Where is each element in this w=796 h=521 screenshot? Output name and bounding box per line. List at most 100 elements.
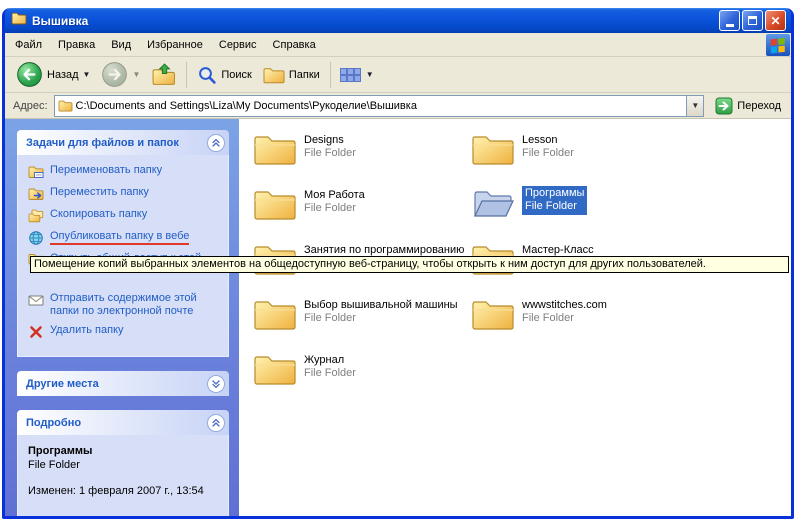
publish-web-icon [28, 230, 44, 246]
go-arrow-icon [715, 97, 733, 115]
task-label: Скопировать папку [50, 208, 147, 221]
task-publish-folder-web[interactable]: Опубликовать папку в вебе [28, 230, 222, 246]
task-label: Переместить папку [50, 186, 149, 199]
file-tile-vybor-mashiny[interactable]: Выбор вышивальной машиныFile Folder [253, 296, 471, 351]
email-icon [28, 292, 44, 308]
minimize-button[interactable] [719, 10, 740, 31]
file-tile-moya-rabota[interactable]: Моя РаботаFile Folder [253, 186, 471, 241]
search-icon [197, 65, 217, 85]
back-dropdown-icon: ▼ [83, 70, 91, 79]
details-item-type: File Folder [28, 458, 222, 472]
delete-icon [28, 324, 44, 340]
back-arrow-icon [16, 61, 43, 88]
file-tile-lesson[interactable]: LessonFile Folder [471, 131, 689, 186]
menu-file[interactable]: Файл [7, 35, 50, 55]
open-folder-selected-icon [471, 186, 515, 222]
expand-button[interactable] [207, 375, 225, 393]
chevron-up-icon [210, 417, 222, 429]
collapse-button[interactable] [207, 414, 225, 432]
task-label: Опубликовать папку в вебе [50, 230, 189, 245]
task-pane: Задачи для файлов и папок Пе [5, 119, 239, 516]
file-name: wwwstitches.com [522, 299, 607, 312]
file-name: Designs [304, 134, 356, 147]
task-rename-folder[interactable]: Переименовать папку [28, 164, 222, 180]
task-copy-folder[interactable]: Скопировать папку [28, 208, 222, 224]
folder-icon [253, 296, 297, 332]
folders-icon [263, 66, 285, 84]
panel-other-places: Другие места [17, 371, 229, 396]
forward-button[interactable]: ▼ [96, 59, 145, 91]
file-name: Журнал [304, 354, 356, 367]
views-dropdown-icon: ▼ [366, 70, 374, 79]
folder-icon [253, 351, 297, 387]
folder-icon [471, 296, 515, 332]
file-type: File Folder [304, 312, 458, 325]
details-body: Программы File Folder Изменен: 1 февраля… [17, 435, 229, 516]
menu-edit[interactable]: Правка [50, 35, 103, 55]
toolbar: Назад ▼ ▼ [5, 57, 791, 93]
file-tasks-title: Задачи для файлов и папок [26, 137, 179, 149]
file-tile-wwwstitches[interactable]: wwwstitches.comFile Folder [471, 296, 689, 351]
maximize-button[interactable] [742, 10, 763, 31]
file-type: File Folder [525, 200, 584, 213]
titlebar[interactable]: Вышивка ✕ [5, 8, 791, 33]
file-type: File Folder [522, 312, 607, 325]
go-button[interactable]: Переход [711, 95, 785, 117]
forward-arrow-icon [101, 61, 128, 88]
file-name: Выбор вышивальной машины [304, 299, 458, 312]
task-email-folder[interactable]: Отправить содержимое этой папки по элект… [28, 292, 222, 318]
menu-favorites[interactable]: Избранное [139, 35, 211, 55]
menu-view[interactable]: Вид [103, 35, 139, 55]
file-tile-zhurnal[interactable]: ЖурналFile Folder [253, 351, 471, 406]
close-button[interactable]: ✕ [765, 10, 786, 31]
menu-tools[interactable]: Сервис [211, 35, 265, 55]
address-bar: Адрес: ▼ Переход [5, 93, 791, 119]
file-tile-designs[interactable]: DesignsFile Folder [253, 131, 471, 186]
search-button[interactable]: Поиск [192, 59, 256, 91]
window-folder-icon [11, 11, 27, 30]
move-folder-icon [28, 186, 44, 202]
windows-logo-icon [766, 34, 790, 56]
file-type: File Folder [522, 147, 574, 160]
back-button[interactable]: Назад ▼ [11, 59, 95, 91]
folder-icon [253, 131, 297, 167]
task-label: Удалить папку [50, 324, 124, 337]
file-name: Программы [525, 187, 584, 200]
panel-details: Подробно Программы File Folder Изменен: … [17, 410, 229, 516]
folder-icon [253, 186, 297, 222]
folders-label: Папки [289, 69, 320, 81]
toolbar-separator [330, 62, 331, 88]
file-name: Lesson [522, 134, 574, 147]
file-list-area: DesignsFile Folder LessonFile Folder Моя… [239, 119, 791, 516]
details-title: Подробно [26, 417, 81, 429]
task-delete-folder[interactable]: Удалить папку [28, 324, 222, 340]
menu-help[interactable]: Справка [265, 35, 324, 55]
copy-folder-icon [28, 208, 44, 224]
folder-up-icon [151, 62, 176, 87]
file-tasks-header[interactable]: Задачи для файлов и папок [17, 130, 229, 155]
task-label: Переименовать папку [50, 164, 162, 177]
address-dropdown-button[interactable]: ▼ [686, 96, 703, 116]
views-button[interactable]: ▼ [336, 59, 379, 91]
folder-icon [471, 131, 515, 167]
address-input[interactable] [76, 97, 687, 115]
file-name: Моя Работа [304, 189, 365, 202]
file-type: File Folder [304, 367, 356, 380]
task-label: Отправить содержимое этой папки по элект… [50, 292, 222, 318]
file-tile-programmy[interactable]: ПрограммыFile Folder [471, 186, 689, 241]
menubar: Файл Правка Вид Избранное Сервис Справка [5, 33, 791, 57]
search-label: Поиск [221, 69, 251, 81]
window-title: Вышивка [32, 14, 714, 28]
details-header[interactable]: Подробно [17, 410, 229, 435]
collapse-button[interactable] [207, 134, 225, 152]
address-label: Адрес: [13, 100, 48, 112]
task-move-folder[interactable]: Переместить папку [28, 186, 222, 202]
address-box: ▼ [54, 95, 705, 117]
folders-button[interactable]: Папки [258, 59, 325, 91]
file-type: File Folder [304, 202, 365, 215]
panel-file-tasks: Задачи для файлов и папок Пе [17, 130, 229, 357]
other-places-header[interactable]: Другие места [17, 371, 229, 396]
rename-folder-icon [28, 164, 44, 180]
other-places-title: Другие места [26, 378, 99, 390]
up-button[interactable] [146, 59, 181, 91]
